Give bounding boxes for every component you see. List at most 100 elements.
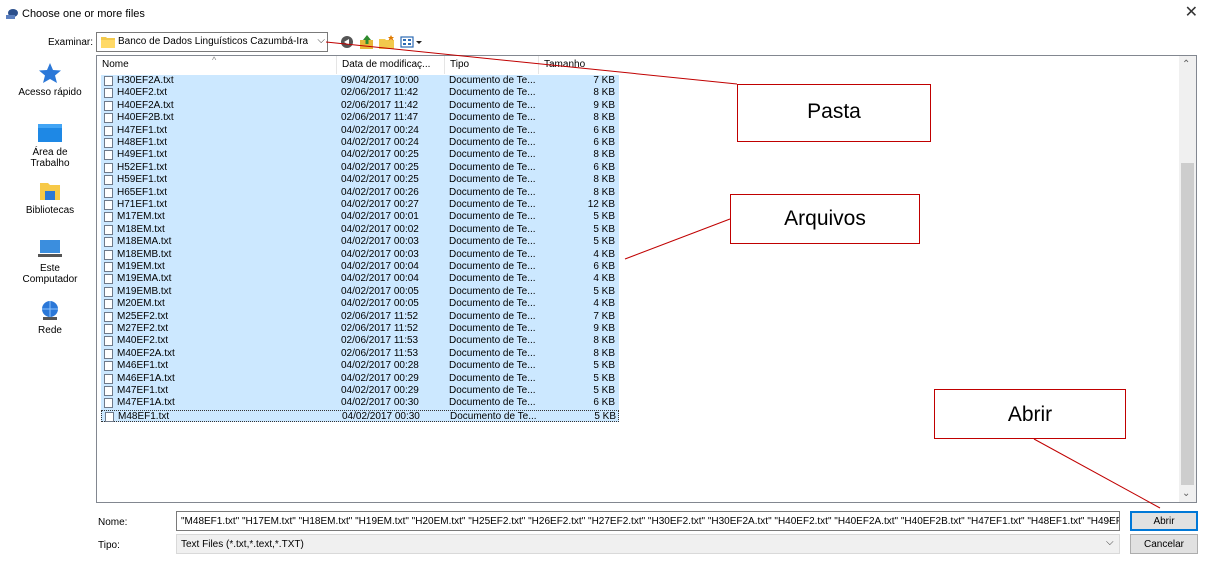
column-header-size[interactable]: Tamanho	[539, 56, 619, 74]
scroll-thumb[interactable]	[1181, 163, 1194, 485]
file-row[interactable]: H47EF1.txt 04/02/2017 00:24 Documento de T…	[101, 124, 619, 137]
file-type: Documento de Te...	[449, 397, 536, 409]
file-row[interactable]: M25EF2.txt 02/06/2017 11:52 Documento de T…	[101, 310, 619, 323]
chevron-down-icon[interactable]: ⌵	[1106, 514, 1114, 525]
file-date: 04/02/2017 00:04	[341, 273, 419, 285]
file-row[interactable]: M47EF1.txt 04/02/2017 00:29 Documento de T…	[101, 385, 619, 398]
file-row[interactable]: M18EM.txt 04/02/2017 00:02 Documento de Te…	[101, 223, 619, 237]
file-row[interactable]: M18EMA.txt 04/02/2017 00:03 Documento de T…	[101, 236, 619, 249]
file-row[interactable]: H40EF2A.txt 02/06/2017 11:42 Documento de …	[101, 99, 619, 113]
file-row[interactable]: M19EMA.txt 04/02/2017 00:04 Documento de T…	[101, 273, 619, 286]
place-libraries[interactable]: Bibliotecas	[8, 180, 92, 216]
file-row[interactable]: H40EF2.txt 02/06/2017 11:42 Documento de T…	[101, 87, 619, 100]
file-type: Documento de Te...	[449, 124, 536, 136]
file-name: H40EF2.txt	[117, 87, 168, 99]
file-size: 4 KB	[593, 248, 615, 260]
file-size: 8 KB	[593, 335, 615, 347]
file-date: 04/02/2017 00:02	[341, 223, 419, 235]
file-row[interactable]: H49EF1.txt 04/02/2017 00:25 Documento de T…	[101, 149, 619, 162]
file-row[interactable]: H59EF1.txt 04/02/2017 00:25 Documento de T…	[101, 174, 619, 187]
file-row[interactable]: M48EF1.txt 04/02/2017 00:30 Documento de T…	[101, 409, 619, 423]
file-name: M40EF2.txt	[117, 335, 169, 347]
file-row[interactable]: M19EM.txt 04/02/2017 00:04 Documento de Te…	[101, 261, 619, 274]
file-row[interactable]: M17EM.txt 04/02/2017 00:01 Documento de Te…	[101, 211, 619, 224]
place-network[interactable]: Rede	[8, 300, 92, 336]
text-file-icon	[104, 187, 113, 198]
text-file-icon	[104, 249, 113, 260]
text-file-icon	[104, 88, 113, 99]
text-file-icon	[104, 361, 113, 372]
file-date: 02/06/2017 11:42	[341, 87, 419, 99]
file-row[interactable]: M19EMB.txt 04/02/2017 00:05 Documento de T…	[101, 285, 619, 299]
place-this-pc[interactable]: Este Computador	[8, 238, 92, 285]
file-type: Documento de Te...	[449, 261, 536, 272]
place-label: Este Computador	[22, 263, 78, 285]
back-icon[interactable]	[338, 34, 356, 50]
file-row[interactable]: H71EF1.txt 04/02/2017 00:27 Documento de T…	[101, 199, 619, 212]
file-type: Documento de Te...	[450, 410, 537, 422]
file-row[interactable]: M46EF1.txt 04/02/2017 00:28 Documento de T…	[101, 360, 619, 373]
text-file-icon	[104, 262, 113, 272]
file-name: H48EF1.txt	[117, 137, 168, 148]
file-row[interactable]: H40EF2B.txt 02/06/2017 11:47 Documento de …	[101, 112, 619, 125]
file-row[interactable]: M40EF2A.txt 02/06/2017 11:53 Documento de …	[101, 347, 619, 361]
open-button[interactable]: Abrir	[1130, 511, 1198, 531]
file-size: 8 KB	[593, 87, 615, 99]
file-date: 04/02/2017 00:25	[341, 161, 419, 173]
file-name: H71EF1.txt	[117, 199, 168, 210]
new-folder-icon[interactable]	[378, 34, 396, 50]
text-file-icon	[105, 411, 114, 422]
file-name: H59EF1.txt	[117, 174, 168, 186]
file-row[interactable]: H30EF2A.txt 09/04/2017 10:00 Documento de …	[101, 75, 619, 88]
close-icon[interactable]: ✕	[1185, 5, 1198, 21]
filetype-select[interactable]: Text Files (*.txt,*.text,*.TXT)	[176, 534, 1120, 554]
file-date: 04/02/2017 00:30	[341, 397, 419, 409]
cancel-button[interactable]: Cancelar	[1130, 534, 1198, 554]
file-row[interactable]: M20EM.txt 04/02/2017 00:05 Documento de Te…	[101, 298, 619, 311]
vertical-scrollbar[interactable]: ⌃ ⌄	[1179, 56, 1196, 502]
chevron-down-icon[interactable]: ⌵	[1106, 537, 1114, 548]
file-type: Documento de Te...	[449, 285, 536, 297]
file-row[interactable]: H52EF1.txt 04/02/2017 00:25 Documento de T…	[101, 161, 619, 175]
filename-input[interactable]: "M48EF1.txt" "H17EM.txt" "H18EM.txt" "H1…	[176, 511, 1120, 531]
text-file-icon	[104, 286, 113, 297]
file-row[interactable]: H48EF1.txt 04/02/2017 00:24 Documento de T…	[101, 137, 619, 150]
place-desktop[interactable]: Área de Trabalho	[8, 122, 92, 169]
network-icon	[42, 301, 58, 320]
file-date: 02/06/2017 11:53	[341, 347, 419, 359]
file-size: 7 KB	[593, 75, 615, 86]
desktop-icon	[38, 124, 62, 142]
file-type: Documento de Te...	[449, 335, 536, 347]
file-date: 04/02/2017 00:28	[341, 360, 419, 372]
file-row[interactable]: H65EF1.txt 04/02/2017 00:26 Documento de T…	[101, 186, 619, 199]
column-header-date[interactable]: Data de modificaç...	[337, 56, 445, 74]
place-quick-access[interactable]: Acesso rápido	[8, 62, 92, 98]
file-row[interactable]: M40EF2.txt 02/06/2017 11:53 Documento de T…	[101, 335, 619, 348]
file-row[interactable]: M27EF2.txt 02/06/2017 11:52 Documento de T…	[101, 323, 619, 336]
file-name: M27EF2.txt	[117, 323, 169, 334]
column-header-name[interactable]: Nome ^	[97, 56, 337, 74]
up-folder-icon[interactable]	[358, 34, 376, 50]
file-date: 02/06/2017 11:53	[341, 335, 419, 347]
file-name: H30EF2A.txt	[117, 75, 174, 86]
file-date: 04/02/2017 00:04	[341, 261, 419, 272]
scroll-up-icon[interactable]: ⌃	[1182, 59, 1190, 70]
scroll-down-icon[interactable]: ⌄	[1182, 488, 1190, 499]
lookin-value: Banco de Dados Linguísticos Cazumbá-Irac…	[118, 36, 308, 47]
column-header-type[interactable]: Tipo	[445, 56, 539, 74]
file-row[interactable]: M18EMB.txt 04/02/2017 00:03 Documento de T…	[101, 248, 619, 261]
file-name: M18EMB.txt	[117, 248, 172, 260]
file-row[interactable]: M47EF1A.txt 04/02/2017 00:30 Documento de …	[101, 397, 619, 410]
file-date: 04/02/2017 00:05	[341, 298, 419, 310]
file-type: Documento de Te...	[449, 199, 536, 210]
file-size: 8 KB	[593, 347, 615, 359]
file-size: 9 KB	[593, 323, 615, 334]
window-title: Choose one or more files	[22, 8, 145, 20]
view-menu-icon[interactable]	[400, 34, 424, 50]
file-name: M46EF1.txt	[117, 360, 169, 372]
column-name-label: Nome	[102, 59, 129, 70]
lookin-dropdown[interactable]: Banco de Dados Linguísticos Cazumbá-Irac…	[96, 32, 328, 52]
text-file-icon	[104, 299, 113, 310]
file-row[interactable]: M46EF1A.txt 04/02/2017 00:29 Documento de …	[101, 372, 619, 385]
file-size: 5 KB	[593, 236, 615, 248]
